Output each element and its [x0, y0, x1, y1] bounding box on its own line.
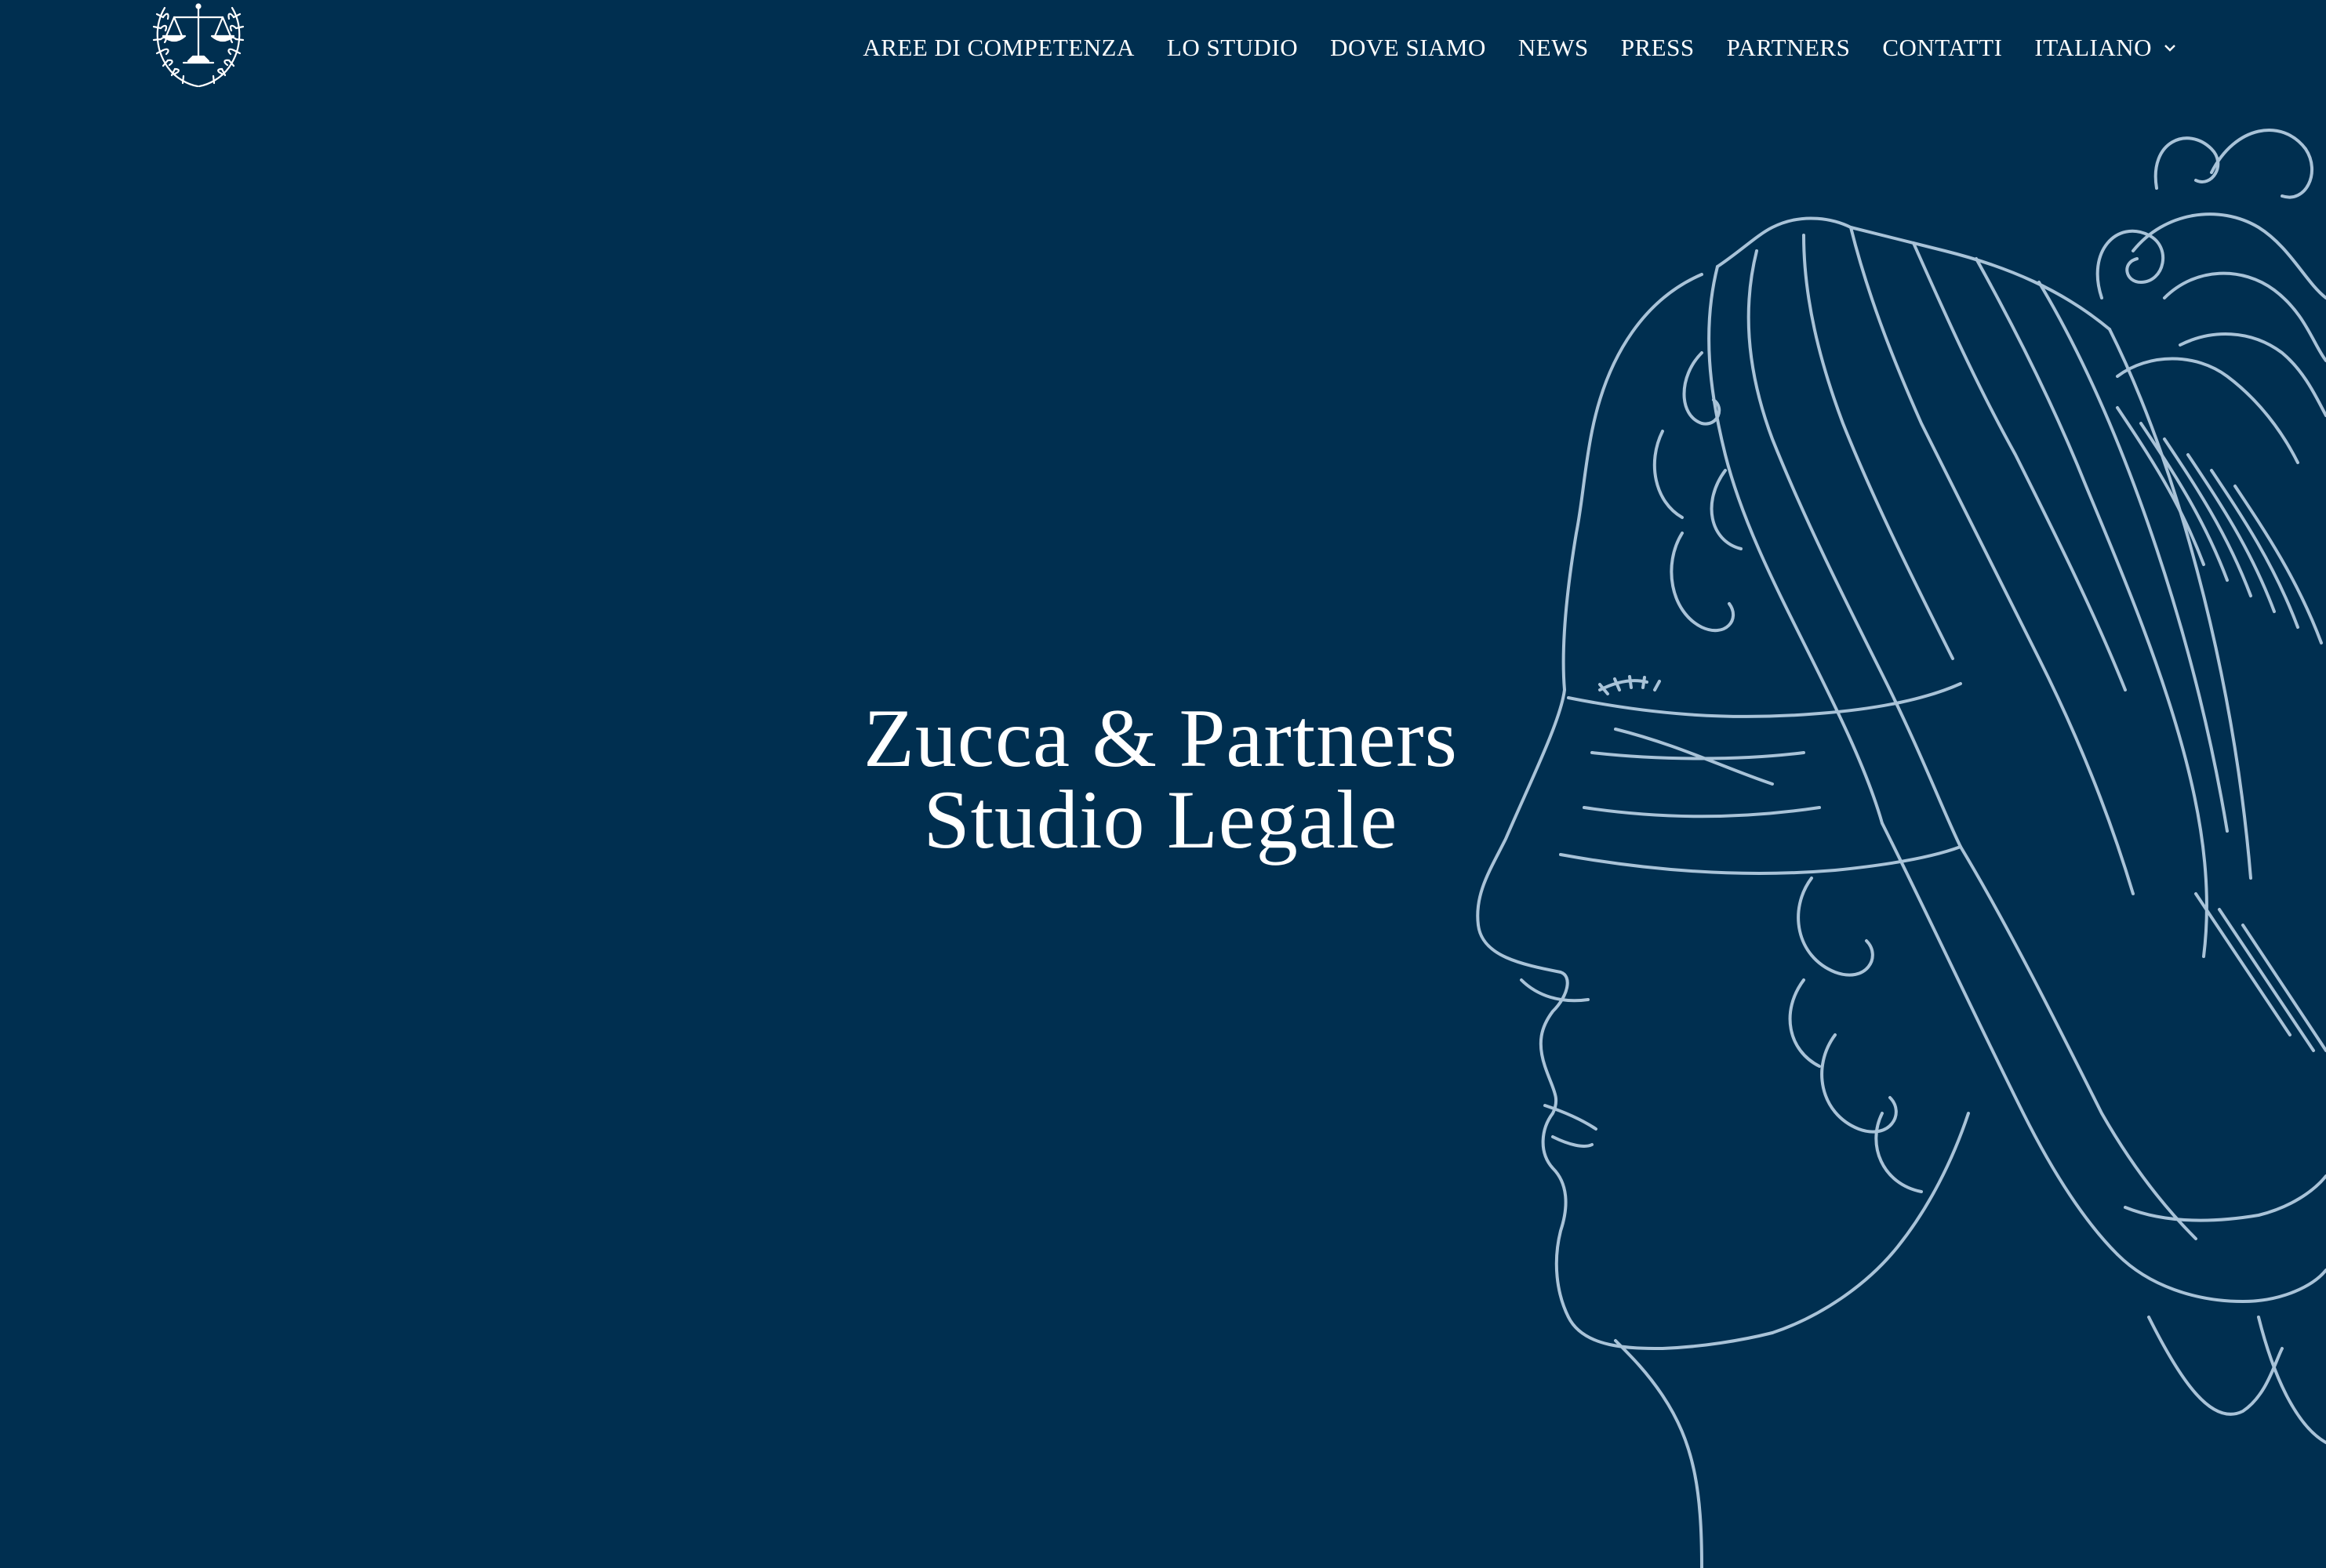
nav-aree-di-competenza[interactable]: AREE DI COMPETENZA	[863, 30, 1135, 66]
nav-lo-studio[interactable]: LO STUDIO	[1167, 30, 1298, 66]
site-header: AREE DI COMPETENZA LO STUDIO DOVE SIAMO …	[0, 0, 2326, 94]
chevron-down-icon	[2164, 45, 2175, 52]
language-label: ITALIANO	[2034, 34, 2152, 61]
nav-partners[interactable]: PARTNERS	[1727, 30, 1851, 66]
nav-press[interactable]: PRESS	[1621, 30, 1695, 66]
hero-title-line-1: Zucca & Partners	[863, 692, 1458, 784]
main-navigation: AREE DI COMPETENZA LO STUDIO DOVE SIAMO …	[863, 30, 2177, 66]
page: AREE DI COMPETENZA LO STUDIO DOVE SIAMO …	[0, 0, 2326, 1568]
language-selector[interactable]: ITALIANO	[2034, 30, 2177, 66]
nav-dove-siamo[interactable]: DOVE SIAMO	[1330, 30, 1486, 66]
nav-news[interactable]: NEWS	[1518, 30, 1589, 66]
logo-scales-icon[interactable]	[147, 0, 249, 89]
hero-title-line-2: Studio Legale	[923, 774, 1398, 866]
nav-contatti[interactable]: CONTATTI	[1882, 30, 2002, 66]
hero-title: Zucca & Partners Studio Legale	[769, 692, 1553, 866]
